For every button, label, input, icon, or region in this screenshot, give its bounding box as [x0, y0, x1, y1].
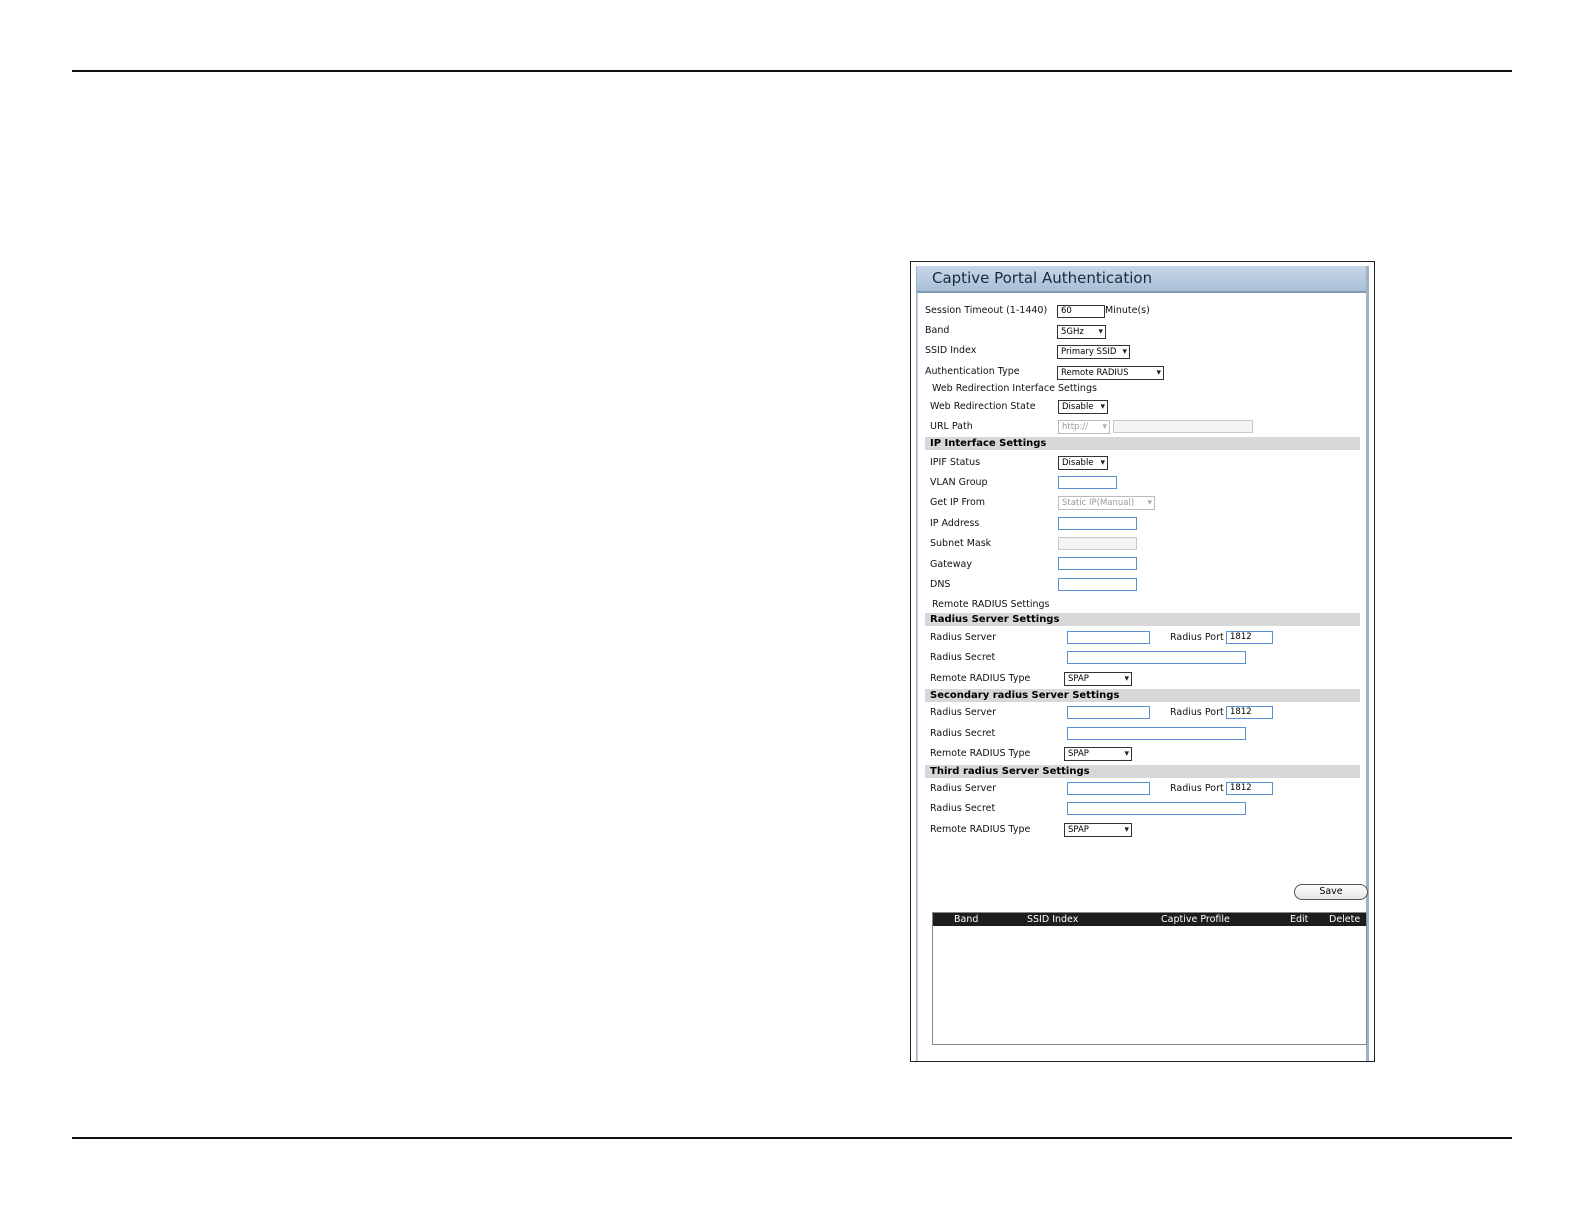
radius-third-type-select[interactable]: SPAP ▾ [1064, 823, 1132, 837]
subnet-mask-input[interactable] [1058, 537, 1137, 550]
vlan-group-label: VLAN Group [930, 477, 988, 488]
ip-interface-band: IP Interface Settings [925, 437, 1360, 450]
subnet-mask-label: Subnet Mask [930, 538, 992, 549]
web-redirection-heading: Web Redirection Interface Settings [932, 383, 1097, 394]
radius-third-type-label: Remote RADIUS Type [930, 824, 1031, 835]
radius-primary-port-input[interactable]: 1812 [1226, 631, 1273, 644]
radius-primary-type-select[interactable]: SPAP ▾ [1064, 672, 1132, 686]
chevron-down-icon: ▾ [1124, 825, 1129, 835]
radius-secondary-type-select[interactable]: SPAP ▾ [1064, 747, 1132, 761]
band-select[interactable]: 5GHz ▾ [1057, 325, 1106, 339]
radius-primary-secret-input[interactable] [1067, 651, 1246, 664]
radius-secondary-secret-input[interactable] [1067, 727, 1246, 740]
band-select-value: 5GHz [1061, 327, 1084, 337]
top-rule [72, 70, 1512, 72]
get-ip-from-select[interactable]: Static IP(Manual) ▾ [1058, 496, 1155, 510]
radius-secondary-heading: Secondary radius Server Settings [930, 690, 1120, 701]
radius-secondary-band: Secondary radius Server Settings [925, 689, 1360, 702]
radius-secondary-type-value: SPAP [1068, 749, 1089, 759]
band-label: Band [925, 325, 950, 336]
col-edit: Edit [1290, 914, 1309, 925]
bottom-rule [72, 1137, 1512, 1139]
ipif-status-value: Disable [1062, 458, 1094, 468]
captive-profile-table: Band SSID Index Captive Profile Edit Del… [932, 912, 1367, 1045]
radius-primary-band: Radius Server Settings [925, 613, 1360, 626]
radius-primary-server-input[interactable] [1067, 631, 1150, 644]
ssid-index-select[interactable]: Primary SSID ▾ [1057, 345, 1130, 359]
col-band: Band [954, 914, 979, 925]
auth-type-select[interactable]: Remote RADIUS ▾ [1057, 366, 1164, 380]
chevron-down-icon: ▾ [1100, 458, 1105, 468]
dns-input[interactable] [1058, 578, 1137, 591]
get-ip-from-label: Get IP From [930, 497, 986, 508]
session-timeout-label: Session Timeout (1-1440) [925, 305, 1048, 316]
auth-type-value: Remote RADIUS [1061, 368, 1129, 378]
ip-address-input[interactable] [1058, 517, 1137, 530]
screenshot-frame: Captive Portal Authentication Session Ti… [910, 261, 1375, 1062]
web-redirection-state-label: Web Redirection State [930, 401, 1036, 412]
ipif-status-label: IPIF Status [930, 457, 981, 468]
radius-primary-type-label: Remote RADIUS Type [930, 673, 1031, 684]
col-delete: Delete [1329, 914, 1361, 925]
ssid-index-value: Primary SSID [1061, 347, 1117, 357]
remote-radius-heading: Remote RADIUS Settings [932, 599, 1050, 610]
chevron-down-icon: ▾ [1147, 498, 1152, 508]
chevron-down-icon: ▾ [1156, 368, 1161, 378]
web-redirection-state-select[interactable]: Disable ▾ [1058, 400, 1108, 414]
radius-secondary-port-label: Radius Port [1170, 707, 1224, 718]
radius-third-port-input[interactable]: 1812 [1226, 782, 1273, 795]
ipif-status-select[interactable]: Disable ▾ [1058, 456, 1108, 470]
save-button[interactable]: Save [1294, 884, 1368, 900]
radius-third-port-label: Radius Port [1170, 783, 1224, 794]
radius-secondary-server-input[interactable] [1067, 706, 1150, 719]
auth-type-label: Authentication Type [925, 366, 1020, 377]
vlan-group-input[interactable] [1058, 476, 1117, 489]
url-protocol-select[interactable]: http:// ▾ [1058, 420, 1110, 434]
radius-third-secret-label: Radius Secret [930, 803, 996, 814]
col-ssid-index: SSID Index [1027, 914, 1079, 925]
radius-secondary-server-label: Radius Server [930, 707, 997, 718]
captive-portal-panel: Captive Portal Authentication Session Ti… [916, 266, 1369, 1061]
col-captive-profile: Captive Profile [1161, 914, 1230, 925]
ip-interface-heading: IP Interface Settings [930, 438, 1047, 449]
radius-primary-port-label: Radius Port [1170, 632, 1224, 643]
chevron-down-icon: ▾ [1102, 422, 1107, 432]
ip-address-label: IP Address [930, 518, 980, 529]
panel-content: Session Timeout (1-1440) 60 Minute(s) Ba… [917, 293, 1368, 1061]
url-path-input[interactable] [1113, 420, 1253, 433]
radius-secondary-port-input[interactable]: 1812 [1226, 706, 1273, 719]
chevron-down-icon: ▾ [1098, 327, 1103, 337]
chevron-down-icon: ▾ [1100, 402, 1105, 412]
radius-secondary-type-label: Remote RADIUS Type [930, 748, 1031, 759]
radius-primary-server-label: Radius Server [930, 632, 997, 643]
ssid-index-label: SSID Index [925, 345, 977, 356]
chevron-down-icon: ▾ [1124, 749, 1129, 759]
panel-title: Captive Portal Authentication [917, 266, 1366, 293]
radius-third-band: Third radius Server Settings [925, 765, 1360, 778]
session-timeout-unit: Minute(s) [1105, 305, 1150, 316]
gateway-input[interactable] [1058, 557, 1137, 570]
url-protocol-value: http:// [1062, 422, 1089, 432]
session-timeout-input[interactable]: 60 [1057, 305, 1105, 318]
radius-primary-heading: Radius Server Settings [930, 614, 1060, 625]
table-header: Band SSID Index Captive Profile Edit Del… [933, 913, 1366, 926]
gateway-label: Gateway [930, 559, 972, 570]
radius-third-secret-input[interactable] [1067, 802, 1246, 815]
radius-primary-secret-label: Radius Secret [930, 652, 996, 663]
radius-primary-type-value: SPAP [1068, 674, 1089, 684]
radius-secondary-secret-label: Radius Secret [930, 728, 996, 739]
radius-third-heading: Third radius Server Settings [930, 766, 1090, 777]
radius-third-server-label: Radius Server [930, 783, 997, 794]
web-redirection-state-value: Disable [1062, 402, 1094, 412]
radius-third-type-value: SPAP [1068, 825, 1089, 835]
radius-third-server-input[interactable] [1067, 782, 1150, 795]
get-ip-from-value: Static IP(Manual) [1062, 498, 1135, 508]
url-path-label: URL Path [930, 421, 973, 432]
chevron-down-icon: ▾ [1124, 674, 1129, 684]
dns-label: DNS [930, 579, 951, 590]
chevron-down-icon: ▾ [1122, 347, 1127, 357]
